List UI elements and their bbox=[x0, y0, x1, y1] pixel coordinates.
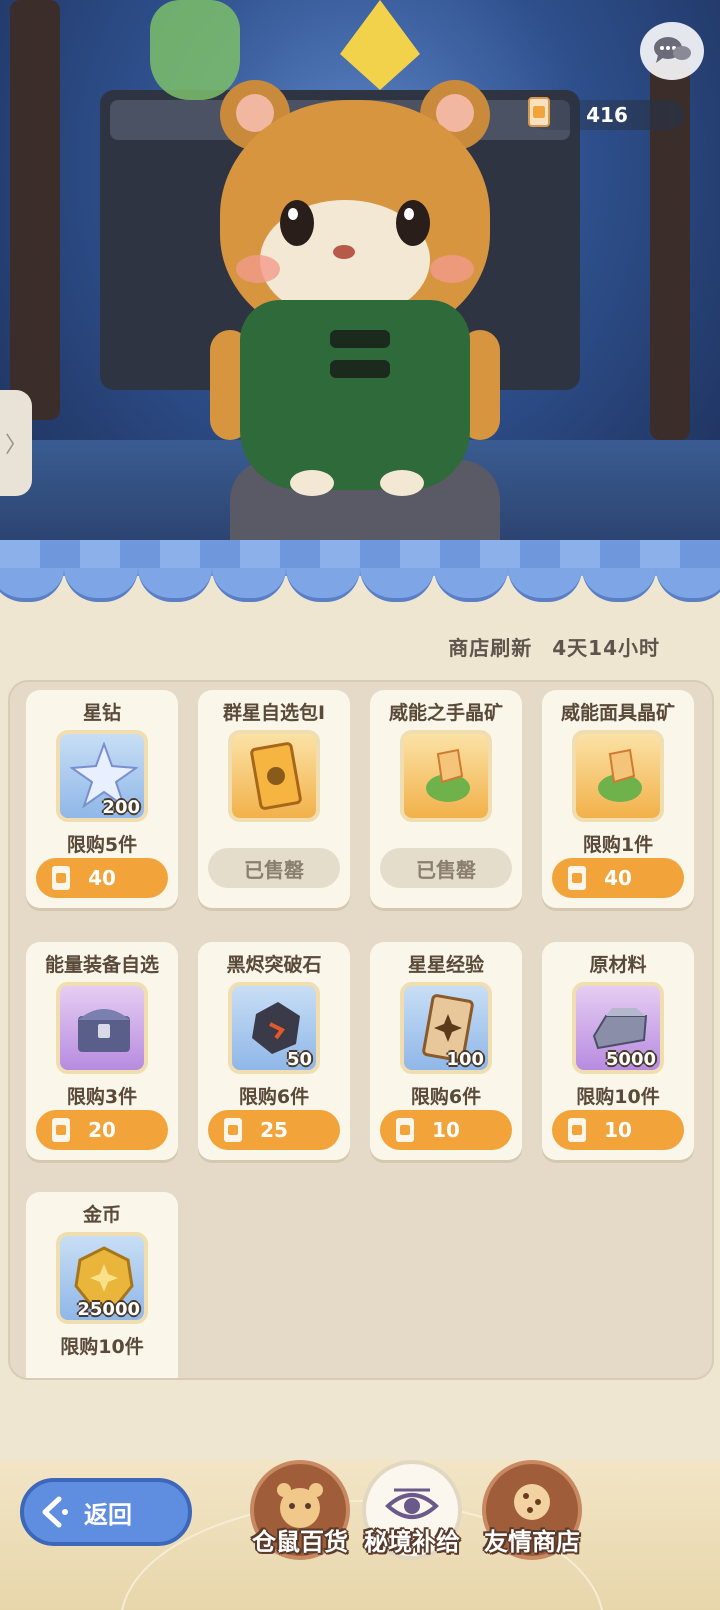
gold-coin-icon: 25000 bbox=[56, 1232, 148, 1324]
shop-item[interactable]: 群星自选包Ⅰ 已售罄 bbox=[198, 690, 350, 908]
item-name: 群星自选包Ⅰ bbox=[222, 702, 326, 724]
ticket-amount: 416 bbox=[586, 103, 628, 127]
ticket-icon bbox=[528, 97, 550, 127]
shop-awning bbox=[0, 540, 720, 610]
shop-item[interactable]: 黑烬突破石 50 限购6件 25 bbox=[198, 942, 350, 1160]
buy-button[interactable]: 40 bbox=[552, 858, 684, 898]
ticket-icon bbox=[568, 1118, 586, 1142]
ticket-currency-counter: 416 bbox=[528, 97, 684, 130]
item-qty: 25000 bbox=[77, 1299, 140, 1320]
shop-item[interactable]: 原材料 5000 限购10件 10 bbox=[542, 942, 694, 1160]
item-price: 20 bbox=[88, 1118, 116, 1142]
buy-button[interactable]: 20 bbox=[36, 1110, 168, 1150]
refresh-time: 4天14小时 bbox=[552, 636, 660, 660]
shop-refresh-timer: 商店刷新 4天14小时 bbox=[448, 632, 660, 661]
buy-button[interactable]: 25 bbox=[208, 1110, 340, 1150]
purchase-limit: 限购6件 bbox=[410, 1086, 482, 1108]
item-name: 金币 bbox=[82, 1204, 121, 1226]
star-crystal-icon: 200 bbox=[56, 730, 148, 822]
purchase-limit: 限购6件 bbox=[238, 1086, 310, 1108]
tab-friendship-shop[interactable]: 友情商店 bbox=[472, 1460, 592, 1580]
ingot-icon: 5000 bbox=[572, 982, 664, 1074]
shop-item-grid[interactable]: 星钻 200 限购5件 40 群星自选包Ⅰ 已售罄 威能之手晶矿 已售罄 威能面… bbox=[8, 680, 714, 1380]
back-arrow-icon bbox=[42, 1496, 68, 1528]
item-name: 星钻 bbox=[82, 702, 121, 724]
item-price: 10 bbox=[604, 1118, 632, 1142]
item-qty: 5000 bbox=[605, 1049, 656, 1070]
ore-plant-icon bbox=[400, 730, 492, 822]
item-name: 能量装备自选 bbox=[44, 954, 159, 976]
refresh-label: 商店刷新 bbox=[448, 636, 533, 660]
shop-item[interactable]: 金币 25000 限购10件 bbox=[26, 1192, 178, 1378]
item-price: 25 bbox=[260, 1118, 288, 1142]
item-qty: 100 bbox=[446, 1049, 484, 1070]
item-qty: 50 bbox=[286, 1049, 312, 1070]
ticket-icon bbox=[568, 866, 586, 890]
back-button[interactable]: 返回 bbox=[20, 1478, 192, 1546]
purchase-limit: 限购1件 bbox=[582, 834, 654, 856]
tab-label: 友情商店 bbox=[484, 1528, 580, 1556]
crystal-decoration bbox=[340, 0, 420, 90]
side-drawer-handle[interactable]: 〉 bbox=[0, 390, 32, 496]
tab-hamster-store[interactable]: 仓鼠百货 bbox=[240, 1460, 360, 1580]
item-name: 黑烬突破石 bbox=[226, 954, 322, 976]
star-card-icon: 100 bbox=[400, 982, 492, 1074]
buy-button[interactable]: 10 bbox=[552, 1110, 684, 1150]
shop-item[interactable]: 星星经验 100 限购6件 10 bbox=[370, 942, 522, 1160]
chest-icon bbox=[56, 982, 148, 1074]
sold-out-badge: 已售罄 bbox=[380, 848, 512, 888]
item-price: 10 bbox=[432, 1118, 460, 1142]
ticket-icon bbox=[396, 1118, 414, 1142]
back-label: 返回 bbox=[84, 1500, 132, 1529]
chat-button[interactable] bbox=[640, 22, 704, 80]
item-name: 原材料 bbox=[589, 954, 647, 976]
shop-item[interactable]: 能量装备自选 限购3件 20 bbox=[26, 942, 178, 1160]
shop-item[interactable]: 威能之手晶矿 已售罄 bbox=[370, 690, 522, 908]
item-name: 星星经验 bbox=[407, 954, 484, 976]
item-name: 威能之手晶矿 bbox=[388, 702, 503, 724]
ember-stone-icon: 50 bbox=[228, 982, 320, 1074]
shop-item[interactable]: 星钻 200 限购5件 40 bbox=[26, 690, 178, 908]
ticket-icon bbox=[52, 866, 70, 890]
item-name: 威能面具晶矿 bbox=[560, 702, 675, 724]
ore-plant-icon bbox=[572, 730, 664, 822]
buy-button[interactable]: 10 bbox=[380, 1110, 512, 1150]
item-price: 40 bbox=[604, 866, 632, 890]
card-pack-icon bbox=[228, 730, 320, 822]
purchase-limit: 限购5件 bbox=[66, 834, 138, 856]
hamster-shopkeeper[interactable] bbox=[210, 80, 500, 500]
purchase-limit: 限购3件 bbox=[66, 1086, 138, 1108]
purchase-limit: 限购10件 bbox=[576, 1086, 660, 1108]
shopkeeper-scene bbox=[0, 0, 720, 560]
item-qty: 200 bbox=[102, 797, 140, 818]
chat-bubbles-icon bbox=[654, 37, 691, 63]
chevron-right-icon: 〉 bbox=[4, 433, 27, 458]
sold-out-badge: 已售罄 bbox=[208, 848, 340, 888]
shop-item[interactable]: 威能面具晶矿 限购1件 40 bbox=[542, 690, 694, 908]
purchase-limit: 限购10件 bbox=[60, 1336, 144, 1358]
ticket-icon bbox=[224, 1118, 242, 1142]
ticket-icon bbox=[52, 1118, 70, 1142]
item-price: 40 bbox=[88, 866, 116, 890]
tab-secret-supplies[interactable]: 秘境补给 bbox=[352, 1460, 472, 1580]
buy-button[interactable]: 40 bbox=[36, 858, 168, 898]
